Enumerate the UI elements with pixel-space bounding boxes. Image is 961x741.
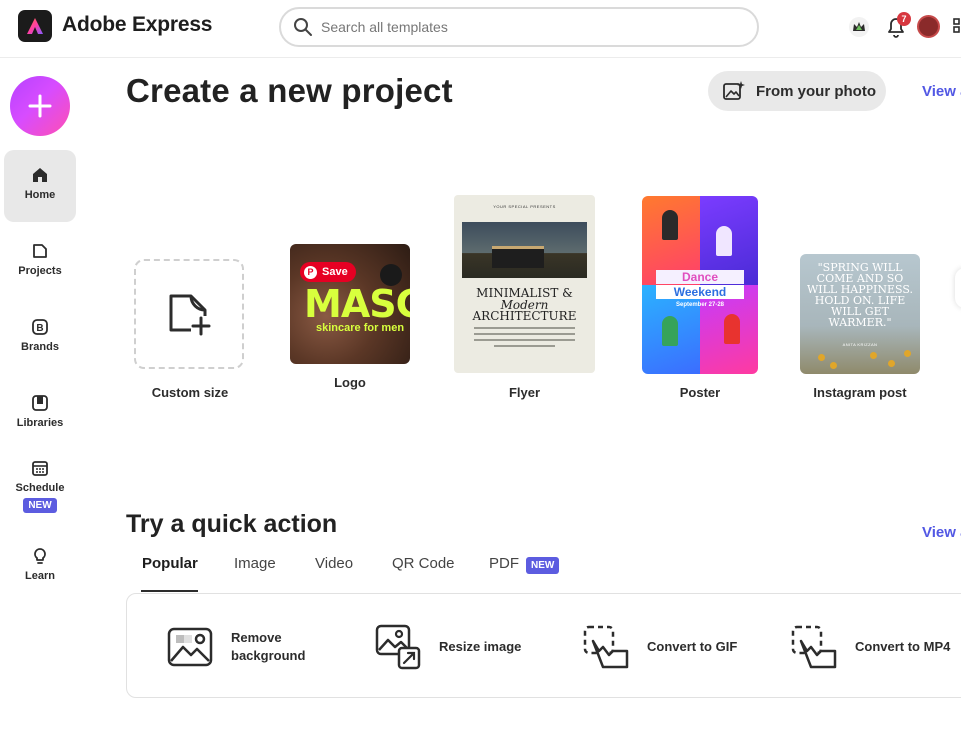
search-bar[interactable] xyxy=(279,7,759,47)
sidebar-item-label: Projects xyxy=(18,265,62,277)
projects-icon xyxy=(33,244,47,258)
plus-icon xyxy=(28,94,52,118)
dancer-figure xyxy=(662,316,678,346)
new-badge: NEW xyxy=(23,498,57,513)
home-icon xyxy=(33,168,47,182)
logo-label: Logo xyxy=(334,375,366,390)
from-your-photo-button[interactable]: From your photo xyxy=(708,71,886,111)
flower-decoration xyxy=(904,350,911,357)
tab-pdf[interactable]: PDF xyxy=(489,555,519,572)
top-bar: Adobe Express 7 xyxy=(0,0,961,58)
flyer-house-image xyxy=(492,246,544,268)
quick-action-label: Convert to GIF xyxy=(647,638,738,654)
carousel-next-button[interactable] xyxy=(955,268,961,308)
calendar-icon xyxy=(32,461,48,476)
tab-video[interactable]: Video xyxy=(315,555,353,572)
pinterest-icon: P xyxy=(304,265,317,279)
quick-action-remove-background[interactable]: Remove background xyxy=(167,594,305,699)
poster-card-thumbnail[interactable]: Dance Weekend September 27-28 xyxy=(642,196,758,374)
pinterest-save-label: Save xyxy=(322,266,348,278)
custom-size-label: Custom size xyxy=(151,385,229,400)
quick-action-label-line2: background xyxy=(231,647,306,663)
sidebar-item-learn[interactable]: Learn xyxy=(4,547,76,582)
create-view-all-link[interactable]: View all xyxy=(922,83,961,100)
from-your-photo-label: From your photo xyxy=(756,82,876,100)
quick-action-title: Try a quick action xyxy=(126,510,338,538)
sidebar-item-home[interactable]: Home xyxy=(4,150,76,222)
flyer-body-text xyxy=(474,327,575,351)
logo-thumb-subtitle: skincare for men xyxy=(316,322,405,334)
quick-action-label: Resize image xyxy=(439,638,522,654)
pinterest-save-button[interactable]: P Save xyxy=(300,262,356,282)
search-input[interactable] xyxy=(321,19,721,35)
libraries-icon xyxy=(32,395,48,411)
custom-size-card[interactable] xyxy=(134,259,244,369)
convert-mp4-icon xyxy=(791,625,837,668)
flyer-label: Flyer xyxy=(508,385,541,400)
flyer-thumb-top: YOUR SPECIAL PRESENTS xyxy=(493,204,556,209)
sidebar-item-projects[interactable]: Projects xyxy=(4,242,76,277)
poster-thumb-line1: Dance xyxy=(656,270,744,284)
logo-card-thumbnail[interactable]: P Save MASC skincare for men xyxy=(290,244,410,364)
sidebar-item-libraries[interactable]: Libraries xyxy=(4,394,76,429)
lightbulb-icon xyxy=(34,548,46,564)
resize-image-icon xyxy=(375,624,421,669)
brands-icon: B xyxy=(32,319,48,335)
create-new-button[interactable] xyxy=(10,76,70,136)
adobe-express-logo[interactable] xyxy=(18,10,52,42)
quick-action-convert-gif[interactable]: Convert to GIF xyxy=(583,594,737,699)
flyer-card-thumbnail[interactable]: YOUR SPECIAL PRESENTS MINIMALIST & Moder… xyxy=(454,195,595,373)
photo-sparkle-icon xyxy=(723,81,745,100)
flower-decoration xyxy=(818,354,825,361)
new-badge: NEW xyxy=(526,557,560,574)
poster-thumb-line2: Weekend xyxy=(656,285,744,299)
sidebar-item-label: Home xyxy=(24,189,56,201)
active-tab-indicator xyxy=(141,590,198,592)
tab-image[interactable]: Image xyxy=(234,555,276,572)
flower-decoration xyxy=(888,360,895,367)
quick-action-label-line1: Remove xyxy=(231,629,282,645)
sidebar-item-schedule[interactable]: Schedule NEW xyxy=(4,459,76,513)
app-name: Adobe Express xyxy=(62,13,213,36)
instagram-thumb-author: ANITA KRIZZAN xyxy=(842,342,878,347)
flower-decoration xyxy=(870,352,877,359)
tab-popular[interactable]: Popular xyxy=(142,555,198,572)
quick-action-resize-image[interactable]: Resize image xyxy=(375,594,521,699)
logo-thumb-title: MASC xyxy=(304,282,410,326)
quick-action-view-all-link[interactable]: View all xyxy=(922,524,961,541)
quick-action-label: Convert to MP4 xyxy=(855,638,951,654)
create-section-title: Create a new project xyxy=(126,72,453,109)
instagram-thumb-quote: "SPRING WILL COME AND SO WILL HAPPINESS.… xyxy=(806,261,914,329)
dancer-figure xyxy=(724,314,740,344)
svg-text:B: B xyxy=(36,323,43,334)
search-icon xyxy=(294,18,312,36)
flower-decoration xyxy=(830,362,837,369)
flyer-thumb-line3: ARCHITECTURE xyxy=(472,309,577,323)
quick-action-convert-mp4[interactable]: Convert to MP4 xyxy=(791,594,950,699)
apps-grid-icon[interactable] xyxy=(953,18,961,34)
adobe-express-logo-icon xyxy=(27,18,43,34)
quick-actions-panel: Remove background Resize image Convert t… xyxy=(126,593,961,698)
sidebar-item-brands[interactable]: B Brands xyxy=(4,318,76,353)
custom-size-icon xyxy=(169,294,211,336)
tab-qr-code[interactable]: QR Code xyxy=(392,555,455,572)
flyer-photo xyxy=(462,222,587,278)
sidebar-item-label: Brands xyxy=(21,341,59,353)
remove-background-icon xyxy=(167,627,213,666)
dancer-figure xyxy=(716,226,732,256)
dancer-figure xyxy=(662,210,678,240)
convert-gif-icon xyxy=(583,625,629,668)
premium-crown-icon[interactable] xyxy=(848,16,870,38)
instagram-post-label: Instagram post xyxy=(813,385,907,400)
instagram-post-card-thumbnail[interactable]: "SPRING WILL COME AND SO WILL HAPPINESS.… xyxy=(800,254,920,374)
notification-badge: 7 xyxy=(897,12,911,26)
user-avatar[interactable] xyxy=(917,15,940,38)
sidebar-item-label: Schedule xyxy=(15,482,65,494)
quick-action-label: Remove background xyxy=(231,629,305,665)
poster-thumb-date: September 27-28 xyxy=(675,302,725,308)
sidebar-item-label: Libraries xyxy=(16,417,64,429)
sidebar-item-label: Learn xyxy=(25,570,55,582)
poster-label: Poster xyxy=(679,385,721,400)
